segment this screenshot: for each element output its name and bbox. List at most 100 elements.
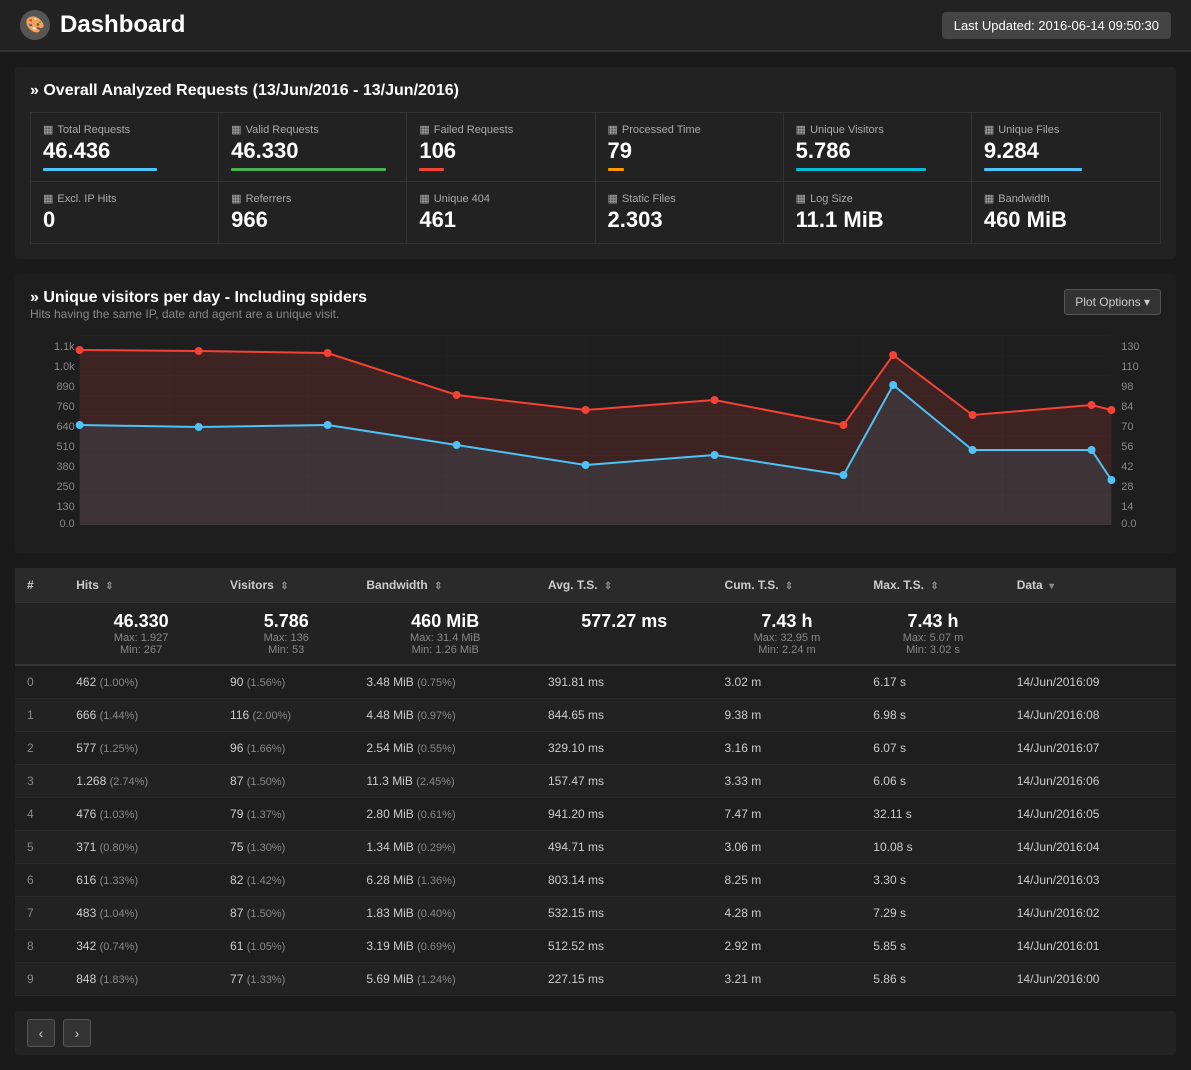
overall-title: » Overall Analyzed Requests (13/Jun/2016… <box>30 82 1161 100</box>
stat-unique-404[interactable]: ▦ Unique 404 461 <box>407 182 595 243</box>
cell-avg-ts: 532.15 ms <box>536 897 713 930</box>
stat-log-size[interactable]: ▦ Log Size 11.1 MiB <box>784 182 972 243</box>
stat-total-requests-value: 46.436 <box>43 138 206 164</box>
sort-max-ts-icon: ⇕ <box>930 581 938 592</box>
stat-total-requests-label: ▦ Total Requests <box>43 123 206 136</box>
plot-options-button[interactable]: Plot Options ▾ <box>1064 289 1161 315</box>
stat-failed-requests-value: 106 <box>419 138 582 164</box>
svg-text:70: 70 <box>1121 421 1133 433</box>
table-row[interactable]: 9 848 (1.83%) 77 (1.33%) 5.69 MiB (1.24%… <box>15 963 1176 996</box>
table-row[interactable]: 3 1.268 (2.74%) 87 (1.50%) 11.3 MiB (2.4… <box>15 765 1176 798</box>
cell-hits: 483 (1.04%) <box>64 897 218 930</box>
stat-failed-requests[interactable]: ▦ Failed Requests 106 <box>407 113 595 182</box>
stat-unique-404-label: ▦ Unique 404 <box>419 192 582 205</box>
summary-avg-ts: 577.27 ms <box>536 603 713 666</box>
cell-data: 14/Jun/2016:09 <box>1005 665 1176 699</box>
table-row[interactable]: 1 666 (1.44%) 116 (2.00%) 4.48 MiB (0.97… <box>15 699 1176 732</box>
table-row[interactable]: 5 371 (0.80%) 75 (1.30%) 1.34 MiB (0.29%… <box>15 831 1176 864</box>
col-hits[interactable]: Hits ⇕ <box>64 568 218 603</box>
svg-text:640: 640 <box>56 421 74 433</box>
summary-cum-ts: 7.43 h Max: 32.95 m Min: 2.24 m <box>713 603 862 666</box>
summary-row: 46.330 Max: 1.927 Min: 267 5.786 Max: 13… <box>15 603 1176 666</box>
svg-text:28: 28 <box>1121 481 1133 493</box>
svg-text:380: 380 <box>56 461 74 473</box>
table-row[interactable]: 2 577 (1.25%) 96 (1.66%) 2.54 MiB (0.55%… <box>15 732 1176 765</box>
svg-text:0.0: 0.0 <box>59 518 74 530</box>
summary-num <box>15 603 64 666</box>
prev-page-button[interactable]: ‹ <box>27 1019 55 1047</box>
stat-static-files[interactable]: ▦ Static Files 2.303 <box>596 182 784 243</box>
cell-data: 14/Jun/2016:02 <box>1005 897 1176 930</box>
col-num[interactable]: # <box>15 568 64 603</box>
bar-chart-icon: ▦ <box>419 192 429 205</box>
stat-unique-files[interactable]: ▦ Unique Files 9.284 <box>972 113 1160 182</box>
col-data[interactable]: Data ▾ <box>1005 568 1176 603</box>
col-cum-ts[interactable]: Cum. T.S. ⇕ <box>713 568 862 603</box>
table-row[interactable]: 4 476 (1.03%) 79 (1.37%) 2.80 MiB (0.61%… <box>15 798 1176 831</box>
stat-total-requests[interactable]: ▦ Total Requests 46.436 <box>31 113 219 182</box>
cell-visitors: 90 (1.56%) <box>218 665 354 699</box>
chart-subtitle: Hits having the same IP, date and agent … <box>30 307 367 321</box>
cell-max-ts: 6.06 s <box>861 765 1004 798</box>
stat-excl-ip[interactable]: ▦ Excl. IP Hits 0 <box>31 182 219 243</box>
stat-log-size-label: ▦ Log Size <box>796 192 959 205</box>
cell-bandwidth: 2.54 MiB (0.55%) <box>354 732 536 765</box>
header: 🎨 Dashboard Last Updated: 2016-06-14 09:… <box>0 0 1191 52</box>
cell-visitors: 77 (1.33%) <box>218 963 354 996</box>
stat-unique-visitors[interactable]: ▦ Unique Visitors 5.786 <box>784 113 972 182</box>
cell-avg-ts: 941.20 ms <box>536 798 713 831</box>
summary-visitors: 5.786 Max: 136 Min: 53 <box>218 603 354 666</box>
cell-cum-ts: 3.02 m <box>713 665 862 699</box>
cell-max-ts: 10.08 s <box>861 831 1004 864</box>
table-row[interactable]: 6 616 (1.33%) 82 (1.42%) 6.28 MiB (1.36%… <box>15 864 1176 897</box>
cell-visitors: 87 (1.50%) <box>218 765 354 798</box>
table-section: # Hits ⇕ Visitors ⇕ Bandwidth ⇕ Avg. T.S… <box>15 568 1176 996</box>
cell-bandwidth: 4.48 MiB (0.97%) <box>354 699 536 732</box>
app-title-text: Dashboard <box>60 11 185 39</box>
bar-chart-icon: ▦ <box>43 192 53 205</box>
stat-unique-404-value: 461 <box>419 207 582 233</box>
cell-hits: 371 (0.80%) <box>64 831 218 864</box>
cell-visitors: 75 (1.30%) <box>218 831 354 864</box>
stat-unique-visitors-bar <box>796 168 927 171</box>
cell-num: 1 <box>15 699 64 732</box>
cell-cum-ts: 2.92 m <box>713 930 862 963</box>
svg-text:250: 250 <box>56 481 74 493</box>
col-bandwidth[interactable]: Bandwidth ⇕ <box>354 568 536 603</box>
summary-data <box>1005 603 1176 666</box>
table-row[interactable]: 0 462 (1.00%) 90 (1.56%) 3.48 MiB (0.75%… <box>15 665 1176 699</box>
table-row[interactable]: 8 342 (0.74%) 61 (1.05%) 3.19 MiB (0.69%… <box>15 930 1176 963</box>
stat-valid-requests-label: ▦ Valid Requests <box>231 123 394 136</box>
svg-text:0.0: 0.0 <box>1121 518 1136 530</box>
cell-max-ts: 7.29 s <box>861 897 1004 930</box>
stat-total-requests-bar <box>43 168 157 171</box>
cell-max-ts: 5.86 s <box>861 963 1004 996</box>
stat-referrers[interactable]: ▦ Referrers 966 <box>219 182 407 243</box>
stat-bandwidth[interactable]: ▦ Bandwidth 460 MiB <box>972 182 1160 243</box>
stat-unique-files-bar <box>984 168 1083 171</box>
data-table: # Hits ⇕ Visitors ⇕ Bandwidth ⇕ Avg. T.S… <box>15 568 1176 996</box>
col-visitors[interactable]: Visitors ⇕ <box>218 568 354 603</box>
cell-bandwidth: 5.69 MiB (1.24%) <box>354 963 536 996</box>
next-page-button[interactable]: › <box>63 1019 91 1047</box>
cell-data: 14/Jun/2016:01 <box>1005 930 1176 963</box>
stat-bandwidth-value: 460 MiB <box>984 207 1148 233</box>
cell-visitors: 82 (1.42%) <box>218 864 354 897</box>
cell-num: 7 <box>15 897 64 930</box>
table-row[interactable]: 7 483 (1.04%) 87 (1.50%) 1.83 MiB (0.40%… <box>15 897 1176 930</box>
svg-text:130: 130 <box>56 501 74 513</box>
stat-valid-requests[interactable]: ▦ Valid Requests 46.330 <box>219 113 407 182</box>
cell-data: 14/Jun/2016:04 <box>1005 831 1176 864</box>
col-avg-ts[interactable]: Avg. T.S. ⇕ <box>536 568 713 603</box>
stat-unique-files-label: ▦ Unique Files <box>984 123 1148 136</box>
stat-processed-time[interactable]: ▦ Processed Time 79 <box>596 113 784 182</box>
sort-bandwidth-icon: ⇕ <box>434 581 442 592</box>
bar-chart-icon: ▦ <box>608 192 618 205</box>
stat-referrers-value: 966 <box>231 207 394 233</box>
col-max-ts[interactable]: Max. T.S. ⇕ <box>861 568 1004 603</box>
dashboard-icon: 🎨 <box>20 10 50 40</box>
cell-cum-ts: 7.47 m <box>713 798 862 831</box>
stat-unique-files-value: 9.284 <box>984 138 1148 164</box>
pagination: ‹ › <box>15 1011 1176 1055</box>
sort-hits-icon: ⇕ <box>105 581 113 592</box>
